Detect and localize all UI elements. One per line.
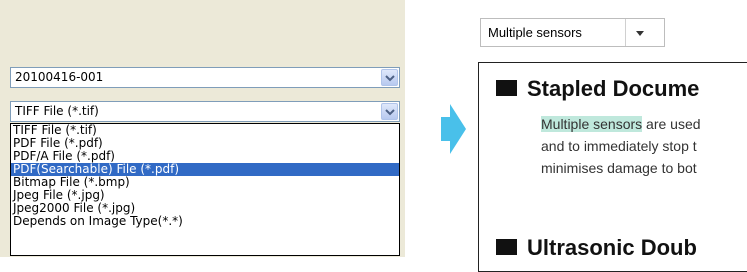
format-option-depends-on-image[interactable]: Depends on Image Type(*.*) bbox=[11, 215, 399, 228]
batch-name-combobox[interactable]: 20100416-001 bbox=[10, 67, 400, 88]
highlighted-term: Multiple sensors bbox=[541, 116, 643, 132]
chevron-down-icon bbox=[385, 75, 395, 82]
heading-square-icon bbox=[496, 80, 517, 97]
chevron-down-icon bbox=[385, 109, 395, 116]
batch-dropdown-button[interactable] bbox=[381, 69, 398, 86]
heading-square-icon bbox=[496, 239, 517, 256]
sensor-mode-value: Multiple sensors bbox=[488, 25, 582, 40]
file-format-combobox[interactable]: TIFF File (*.tif) bbox=[10, 101, 400, 122]
file-format-value: TIFF File (*.tif) bbox=[15, 104, 99, 118]
file-format-options-list: TIFF File (*.tif) PDF File (*.pdf) PDF/A… bbox=[10, 123, 400, 256]
scan-settings-panel: 20100416-001 TIFF File (*.tif) TIFF File… bbox=[0, 0, 405, 257]
manual-excerpt: Stapled Docume Multiple sensors are used… bbox=[478, 62, 747, 272]
section-paragraph: Multiple sensors are used and to immedia… bbox=[541, 113, 747, 179]
arrow-right-icon bbox=[441, 104, 466, 154]
section-heading-ultrasonic-text: Ultrasonic Doub bbox=[527, 235, 697, 260]
select-divider bbox=[625, 19, 626, 46]
batch-name-value: 20100416-001 bbox=[15, 70, 104, 84]
paragraph-line-1: Multiple sensors are used bbox=[541, 113, 747, 135]
section-heading-stapled: Stapled Docume bbox=[496, 76, 699, 102]
section-heading-stapled-text: Stapled Docume bbox=[527, 76, 700, 101]
chevron-down-icon[interactable] bbox=[636, 31, 644, 36]
paragraph-line-2: and to immediately stop t bbox=[541, 138, 697, 154]
file-format-dropdown-button[interactable] bbox=[381, 103, 398, 120]
paragraph-line-3: minimises damage to bot bbox=[541, 160, 697, 176]
paragraph-line-1-rest: are used bbox=[642, 116, 701, 132]
section-heading-ultrasonic: Ultrasonic Doub bbox=[496, 235, 697, 261]
sensor-mode-select[interactable]: Multiple sensors bbox=[480, 18, 665, 47]
